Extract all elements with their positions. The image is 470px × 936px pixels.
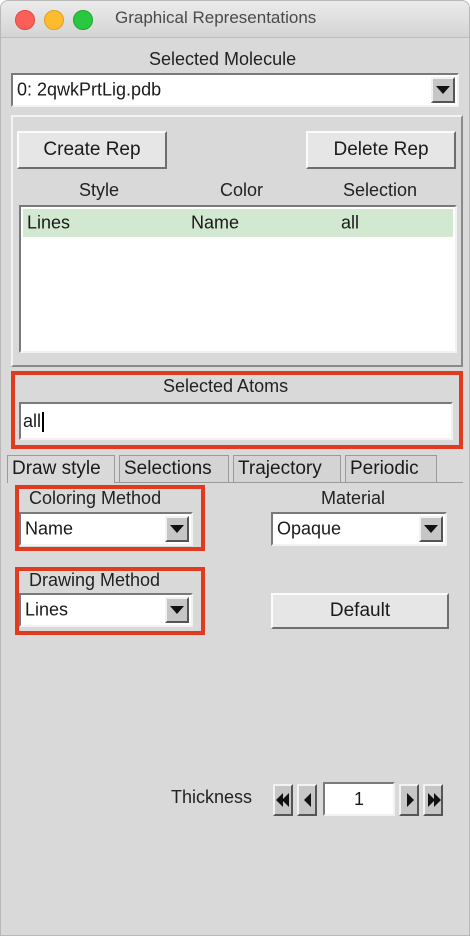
- chevron-down-icon[interactable]: [431, 77, 455, 103]
- thickness-increase-fast-button[interactable]: [423, 784, 443, 816]
- tab-divider: [115, 482, 463, 483]
- delete-rep-button[interactable]: Delete Rep: [306, 131, 456, 169]
- highlight-drawing-method: [15, 567, 205, 635]
- minimize-window-button[interactable]: [44, 10, 64, 30]
- column-header-selection: Selection: [343, 180, 418, 200]
- tab-trajectory[interactable]: Trajectory: [233, 455, 341, 483]
- tab-draw-style[interactable]: Draw style: [7, 455, 115, 483]
- tab-selections[interactable]: Selections: [119, 455, 229, 483]
- thickness-decrease-fast-button[interactable]: [273, 784, 293, 816]
- create-rep-button[interactable]: Create Rep: [17, 131, 167, 169]
- double-left-arrow-icon-part: [282, 793, 289, 807]
- rep-selection-cell: all: [341, 212, 360, 233]
- zoom-window-button[interactable]: [73, 10, 93, 30]
- right-arrow-icon: [407, 793, 414, 807]
- column-header-style: Style: [79, 180, 120, 200]
- material-value: Opaque: [277, 518, 342, 539]
- window-title: Graphical Representations: [115, 8, 317, 27]
- title-bar: Graphical Representations: [1, 1, 469, 38]
- rep-style-cell: Lines: [27, 212, 71, 233]
- selected-molecule-label: Selected Molecule: [149, 49, 297, 69]
- thickness-input[interactable]: 1: [323, 782, 395, 816]
- graphical-representations-window: Graphical Representations Selected Molec…: [0, 0, 470, 936]
- left-arrow-icon: [304, 793, 311, 807]
- material-select[interactable]: Opaque: [271, 512, 447, 546]
- material-label: Material: [321, 488, 386, 508]
- highlight-selected-atoms: [11, 371, 463, 449]
- molecule-select-value: 0: 2qwkPrtLig.pdb: [17, 79, 162, 100]
- table-row[interactable]: Lines Name all: [23, 209, 453, 237]
- column-header-color: Color: [220, 180, 264, 200]
- thickness-decrease-button[interactable]: [297, 784, 317, 816]
- thickness-increase-button[interactable]: [399, 784, 419, 816]
- representations-list[interactable]: Lines Name all: [19, 205, 457, 353]
- thickness-label: Thickness: [171, 787, 253, 807]
- tab-periodic[interactable]: Periodic: [345, 455, 437, 483]
- default-button[interactable]: Default: [271, 593, 449, 629]
- chevron-down-icon[interactable]: [419, 516, 443, 542]
- highlight-coloring-method: [15, 485, 205, 551]
- molecule-select[interactable]: 0: 2qwkPrtLig.pdb: [11, 73, 459, 107]
- rep-color-cell: Name: [191, 212, 240, 233]
- double-right-arrow-icon-part: [434, 793, 441, 807]
- close-window-button[interactable]: [15, 10, 35, 30]
